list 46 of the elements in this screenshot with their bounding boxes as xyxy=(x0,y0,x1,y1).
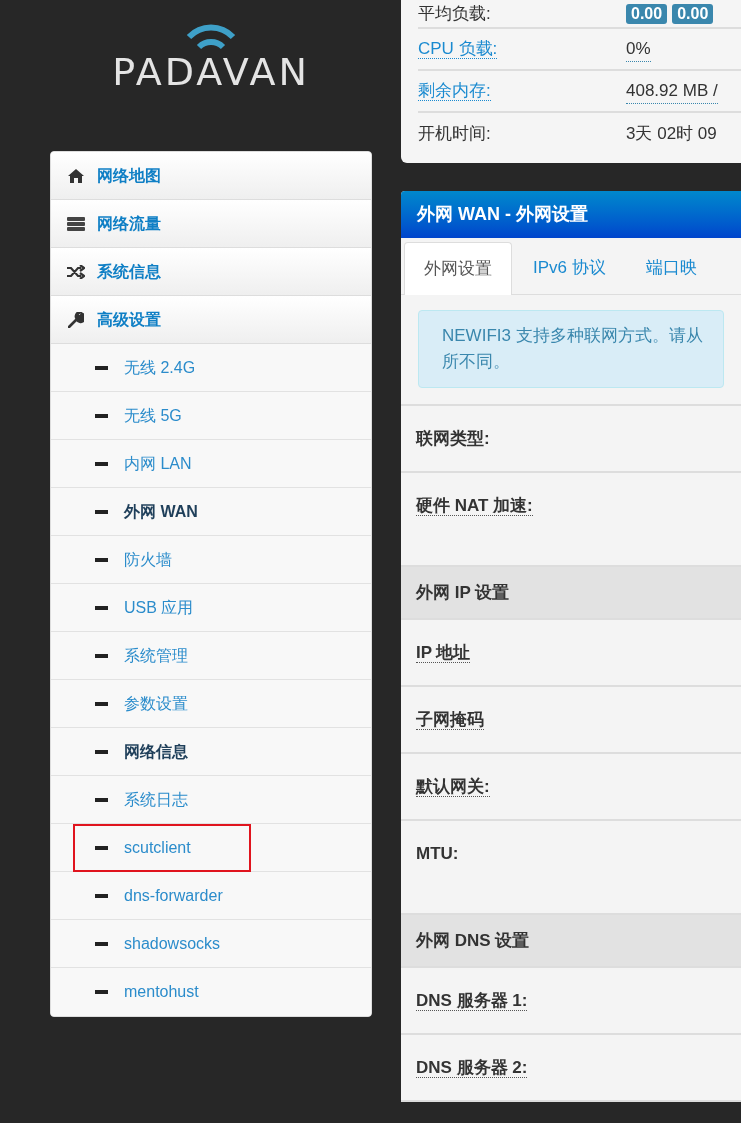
dash-icon xyxy=(95,413,108,418)
status-link[interactable]: CPU 负载: xyxy=(418,36,626,62)
field-label: DNS 服务器 2: xyxy=(416,1058,528,1078)
home-icon xyxy=(68,168,84,183)
field-label: IP 地址 xyxy=(416,643,471,663)
tab[interactable]: 外网设置 xyxy=(404,242,512,295)
dash-icon xyxy=(95,749,108,754)
load-badge: 0.00 xyxy=(626,3,668,24)
status-label: 开机时间: xyxy=(418,123,492,146)
dash-icon xyxy=(95,797,108,802)
status-link[interactable]: 剩余内存: xyxy=(418,78,626,104)
shuffle-icon xyxy=(67,264,85,279)
dash-icon xyxy=(95,990,108,994)
info-alert: NEWIFI3 支持多种联网方式。请从 所不同。 xyxy=(418,310,724,388)
section-heading: 外网 DNS 设置 xyxy=(416,929,530,952)
dash-icon xyxy=(95,461,108,466)
field-label: 联网类型: xyxy=(416,429,490,448)
status-value: 408.92 MB / xyxy=(626,77,718,105)
tab[interactable]: IPv6 协议 xyxy=(514,241,625,294)
status-value: 0% xyxy=(626,35,651,63)
status-label: 平均负载: xyxy=(418,2,492,25)
field-label: 默认网关: xyxy=(416,777,490,797)
dash-icon xyxy=(95,365,108,370)
field-label: 子网掩码 xyxy=(416,710,484,730)
submenu-item[interactable]: scutclient xyxy=(73,823,251,872)
wifi-icon xyxy=(186,24,236,50)
dash-icon xyxy=(95,701,108,706)
load-badge: 0.00 xyxy=(672,3,714,24)
server-icon xyxy=(67,216,85,231)
dash-icon xyxy=(95,845,108,850)
dash-icon xyxy=(95,893,108,898)
dash-icon xyxy=(95,653,108,658)
field-label: 硬件 NAT 加速: xyxy=(416,496,533,516)
panel-title: 外网 WAN - 外网设置 xyxy=(401,191,741,238)
field-label: MTU: xyxy=(416,844,459,863)
wrench-icon xyxy=(68,311,84,328)
status-value: 3天 02时 09 xyxy=(626,123,717,146)
section-heading: 外网 IP 设置 xyxy=(416,581,510,604)
sidebar-item[interactable]: 网络地图 xyxy=(51,152,371,200)
field-label: DNS 服务器 1: xyxy=(416,991,528,1011)
dash-icon xyxy=(95,509,108,514)
logo-text: PADAVAN xyxy=(112,50,310,94)
dash-icon xyxy=(95,605,108,610)
dash-icon xyxy=(95,941,108,946)
dash-icon xyxy=(95,557,108,562)
tab[interactable]: 端口映 xyxy=(626,241,716,294)
